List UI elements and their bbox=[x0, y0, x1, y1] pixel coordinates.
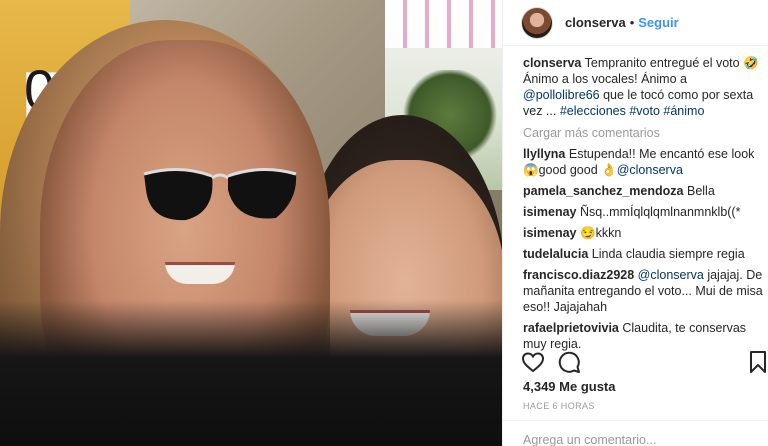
post-timestamp: HACE 6 HORAS bbox=[523, 401, 595, 411]
person-1-smile bbox=[165, 262, 235, 284]
heart-icon[interactable] bbox=[521, 350, 545, 374]
comment-item: francisco.diaz2928 @clonserva jajajaj. D… bbox=[523, 267, 767, 315]
comment-username[interactable]: isimenay bbox=[523, 205, 577, 219]
comment-item: tudelalucia Linda claudia siempre regia bbox=[523, 246, 767, 262]
post-photo[interactable]: 0 bbox=[0, 0, 502, 446]
comment-mention[interactable]: @clonserva bbox=[638, 268, 704, 282]
comment-bubble-icon[interactable] bbox=[557, 350, 581, 374]
comment-item: pamela_sanchez_mendoza Bella bbox=[523, 183, 767, 199]
bookmark-icon[interactable] bbox=[746, 350, 768, 374]
header-username[interactable]: clonserva bbox=[565, 15, 626, 30]
comment-mention[interactable]: @clonserva bbox=[617, 163, 683, 177]
hashtag[interactable]: #voto bbox=[629, 104, 660, 118]
comment-text: 😏kkkn bbox=[580, 226, 622, 240]
comment-item: isimenay 😏kkkn bbox=[523, 225, 767, 241]
shirts bbox=[0, 300, 502, 446]
sunglasses bbox=[143, 167, 297, 221]
post-sidebar: clonserva • Seguir clonserva Tempranito … bbox=[502, 0, 768, 446]
caption-mention[interactable]: @pollolibre66 bbox=[523, 88, 600, 102]
add-comment-bar bbox=[503, 420, 768, 446]
comment-username[interactable]: llyllyna bbox=[523, 147, 565, 161]
comment-username[interactable]: pamela_sanchez_mendoza bbox=[523, 184, 684, 198]
comment-item: rafaelprietovivia Claudita, te conservas… bbox=[523, 320, 767, 352]
post-header: clonserva • Seguir bbox=[503, 0, 768, 46]
caption-username[interactable]: clonserva bbox=[523, 56, 581, 70]
hashtag[interactable]: #elecciones bbox=[560, 104, 626, 118]
add-comment-input[interactable] bbox=[523, 433, 749, 446]
canopy-background bbox=[385, 0, 502, 48]
action-bar bbox=[521, 350, 768, 374]
comments-list: clonserva Tempranito entregué el voto 🤣 … bbox=[523, 55, 767, 352]
header-separator: • bbox=[629, 15, 635, 30]
likes-count[interactable]: 4,349 Me gusta bbox=[523, 379, 616, 394]
comment-username[interactable]: rafaelprietovivia bbox=[523, 321, 619, 335]
comment-item: llyllyna Estupenda!! Me encantó ese look… bbox=[523, 146, 767, 178]
load-more-comments[interactable]: Cargar más comentarios bbox=[523, 125, 767, 141]
avatar[interactable] bbox=[521, 6, 553, 39]
comment-text: Linda claudia siempre regia bbox=[591, 247, 745, 261]
comment-username[interactable]: isimenay bbox=[523, 226, 577, 240]
comment-item: isimenay Ñsq..mmÍqlqlqmlnanmnklb((* bbox=[523, 204, 767, 220]
comment-text: Ñsq..mmÍqlqlqmlnanmnklb((* bbox=[580, 205, 741, 219]
comment-username[interactable]: francisco.diaz2928 bbox=[523, 268, 634, 282]
comment-text: Bella bbox=[686, 184, 715, 198]
hashtag[interactable]: #ánimo bbox=[663, 104, 704, 118]
post-caption: clonserva Tempranito entregué el voto 🤣 … bbox=[523, 55, 767, 119]
instagram-post: 0 clonserva • Seguir clonserva Tempranit… bbox=[0, 0, 768, 446]
comment-username[interactable]: tudelalucia bbox=[523, 247, 588, 261]
follow-button[interactable]: Seguir bbox=[638, 15, 678, 30]
